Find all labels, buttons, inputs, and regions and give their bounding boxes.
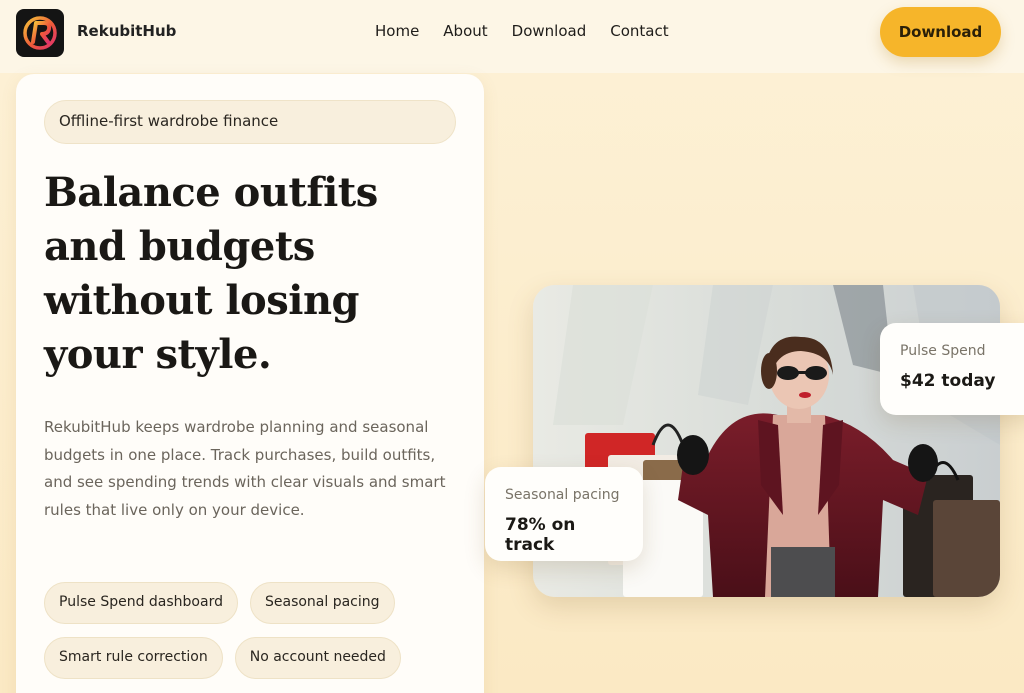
nav-about-link[interactable]: About	[443, 22, 487, 40]
pulse-spend-value: $42 today	[900, 371, 996, 391]
brand-name[interactable]: RekubitHub	[77, 22, 176, 40]
main-nav: Home About Download Contact	[375, 22, 669, 40]
pulse-spend-card: Pulse Spend $42 today	[880, 323, 1024, 415]
seasonal-pacing-value: 78% on track	[505, 515, 576, 555]
feature-chip: Pulse Spend dashboard	[44, 582, 238, 624]
headline-line: Balance outfits	[44, 169, 378, 216]
seasonal-pacing-card: Seasonal pacing 78% on track	[485, 467, 643, 561]
download-button[interactable]: Download	[880, 7, 1001, 57]
feature-chips: Pulse Spend dashboard Seasonal pacing Sm…	[44, 582, 464, 679]
feature-chip: No account needed	[234, 637, 401, 679]
feature-chip: Seasonal pacing	[249, 582, 395, 624]
brand-logo-icon[interactable]	[16, 9, 64, 57]
site-header: RekubitHub Home About Download Contact D…	[0, 0, 1024, 73]
pulse-spend-label: Pulse Spend	[900, 343, 986, 359]
nav-contact-link[interactable]: Contact	[610, 22, 668, 40]
nav-home-link[interactable]: Home	[375, 22, 419, 40]
rekubit-r-logo-icon	[23, 16, 57, 50]
seasonal-pacing-label: Seasonal pacing	[505, 487, 620, 503]
page: RekubitHub Home About Download Contact D…	[0, 0, 1024, 693]
headline-line: without losing	[44, 277, 360, 324]
hero-headline: Balance outfits and budgets without losi…	[44, 166, 464, 382]
hero-card: Offline-first wardrobe finance Balance o…	[16, 74, 484, 693]
nav-download-link[interactable]: Download	[512, 22, 587, 40]
hero-eyebrow-pill: Offline-first wardrobe finance	[44, 100, 456, 144]
feature-chip: Smart rule correction	[44, 637, 223, 679]
headline-line: your style.	[44, 331, 272, 378]
headline-line: and budgets	[44, 223, 315, 270]
hero-description: RekubitHub keeps wardrobe planning and s…	[44, 418, 446, 519]
